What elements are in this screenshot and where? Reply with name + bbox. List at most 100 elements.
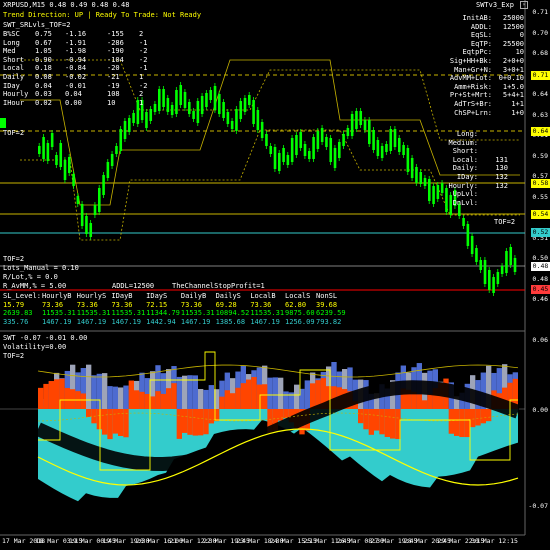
- left-stats-row: IHour 0.02 0.00 10 1: [3, 99, 153, 108]
- sub-tick: -0.07: [528, 502, 548, 510]
- left-stats-cell: -21: [107, 72, 120, 81]
- sl-cell: 1467.19: [111, 317, 141, 326]
- left-stats-cell: Local: [3, 64, 25, 73]
- right-panel-row: Man+Gr+N: 3+0+1: [440, 66, 526, 75]
- right-panel-value: 3+0+1: [502, 65, 524, 74]
- right-panel-row: ADDL: 12500: [440, 23, 526, 32]
- right-panel-row: Sig+HH+Bk: 2+0+0: [440, 57, 526, 66]
- right-panel-value: 1+5.0: [502, 82, 524, 91]
- right-panel-label: ChSP+Lrn:: [454, 108, 492, 117]
- sl-cell: SL_Level:: [3, 292, 41, 300]
- left-stats-cell: -104: [107, 55, 124, 64]
- swt-subwindow: [0, 351, 525, 502]
- sub-tick: 0.00: [532, 406, 548, 414]
- left-stats-cell: -1: [139, 64, 148, 73]
- right-panel-row: InitAB: 25000: [440, 14, 526, 23]
- left-tof: TOF=2: [3, 129, 25, 137]
- price-tick: 0.71: [532, 8, 548, 16]
- left-stats-cell: Long: [3, 38, 20, 47]
- left-stats-cell: 1: [139, 98, 144, 107]
- sl-cell: 11344.79: [146, 309, 180, 318]
- level-label: Daily:: [452, 164, 478, 173]
- sl-cell: NonSL: [316, 292, 338, 300]
- sl-cell: 73.36: [42, 300, 64, 309]
- expert-name: SWTv3_Exp: [476, 1, 514, 9]
- level-value: [480, 147, 510, 156]
- left-stats-cell: 0.00: [65, 98, 82, 107]
- sub-title: SWT -0.07 -0.01 0.00: [3, 334, 88, 342]
- left-stats-cell: 0.67: [35, 38, 52, 47]
- left-stats-cell: -1.16: [65, 30, 87, 38]
- left-stats-row: Long 0.67 -1.91 -286 -1: [3, 39, 153, 48]
- left-stats-cell: -155: [107, 30, 124, 38]
- left-stats-row: Local 0.18 -0.84 -20 -1: [3, 64, 153, 73]
- price-tag: 0.58: [531, 179, 550, 188]
- right-panel-value: 0+0.10: [498, 74, 524, 83]
- price-tick: 0.70: [532, 28, 548, 37]
- sl-cell: 2639.83: [3, 309, 33, 318]
- right-panel-row: Pr+St+Mrt: 5+4+1: [440, 91, 526, 100]
- left-stats-cell: -20: [107, 64, 120, 73]
- right-panel-label: InitAB:: [462, 14, 492, 22]
- left-stats-cell: -2: [139, 81, 148, 90]
- sub-tof: TOF=2: [3, 352, 25, 360]
- level-row: UpLvl:: [430, 190, 510, 199]
- level-label: IDay:: [456, 172, 478, 181]
- left-stats-cell: -1: [139, 38, 148, 47]
- right-tof: TOF=2: [494, 218, 516, 226]
- left-stats-cell: -1.91: [65, 38, 87, 47]
- close-icon[interactable]: ×: [520, 1, 528, 9]
- level-label: Local:: [452, 155, 478, 164]
- sl-cell: 11535.31: [250, 309, 285, 318]
- level-label: UpLvl:: [452, 190, 478, 199]
- price-tick: 0.50: [532, 254, 548, 262]
- right-panel-value: 5+4+1: [502, 91, 524, 100]
- left-stats-row: B%SC 0.75 -1.16 -155 2: [3, 30, 153, 39]
- right-panel-value: 1+0: [511, 108, 524, 117]
- sl-row: SL_Level: HourlyB HourlyS IDayB IDayS DailyB D…: [3, 292, 347, 301]
- price-tick: 0.64: [532, 90, 548, 98]
- left-stats-cell: -0.02: [65, 72, 87, 81]
- left-stats-row: IDay 0.04 -0.01 -19 -2: [3, 82, 153, 91]
- left-stats-cell: 1: [139, 72, 144, 81]
- sl-cell: 1467.19: [76, 317, 107, 326]
- r-avmm: R_AvMM,% = 5.00: [3, 282, 67, 290]
- level-value: [480, 199, 510, 208]
- sl-cell: DailyB: [180, 292, 207, 300]
- level-value: 130: [495, 164, 508, 173]
- left-stats-row: Med 1.05 -1.98 -190 -2: [3, 47, 153, 56]
- right-panel-value: 10: [515, 48, 524, 57]
- level-value: 132: [495, 181, 508, 190]
- right-panel-row: AdvMM+Lot: 0+0.10: [440, 74, 526, 83]
- left-stats-row: Short 0.90 -0.94 -104 -2: [3, 56, 153, 65]
- level-row: Long:: [430, 130, 510, 139]
- left-stats-cell: -1.98: [65, 47, 87, 56]
- left-stats-cell: 0.75: [35, 30, 52, 38]
- right-panel-row: AdTrS+Br: 1+1: [440, 100, 526, 109]
- sl-cell: 11535.31: [111, 309, 146, 318]
- level-value: 132: [495, 172, 508, 181]
- sl-cell: 1467.19: [42, 317, 72, 326]
- left-stats-cell: Med: [3, 47, 16, 56]
- sl-cell: 11535.31: [180, 309, 215, 318]
- right-panel-row: EqtpPc: 10: [440, 48, 526, 57]
- price-tag: 0.54: [531, 210, 550, 219]
- left-stats-table: B%SC 0.75 -1.16 -155 2 Long 0.67 -1.91 -286 -1 Med…: [3, 30, 153, 107]
- sub-volatility: Volatility=0.00: [3, 343, 67, 351]
- sl-cell: LocalS: [285, 292, 311, 300]
- sl-cell: 73.36: [111, 300, 133, 309]
- level-row: DnLvl:: [430, 199, 510, 208]
- level-label: DnLvl:: [452, 198, 478, 207]
- right-panel-table: InitAB: 25000 ADDL: 12500 EqSL: 0 EqTP: 25500 Eq…: [440, 14, 526, 117]
- left-stats-cell: -2: [139, 47, 148, 56]
- left-stats-cell: 0.08: [35, 72, 52, 81]
- right-panel-label: ADDL:: [470, 22, 492, 31]
- right-panel-row: ChSP+Lrn: 1+0: [440, 109, 526, 118]
- left-stats-cell: -286: [107, 38, 124, 47]
- sl-cell: 335.76: [3, 317, 29, 326]
- indicator-name: SWT_SRLvls_TOF=2: [3, 21, 71, 29]
- right-panel-label: Amm+Risk:: [454, 82, 492, 91]
- price-tick: 0.55: [532, 192, 548, 201]
- levels-table: Long: Medium: Short: Local: 131 Daily: 130 IDay…: [430, 130, 510, 207]
- price-tag: 0.48: [531, 262, 550, 271]
